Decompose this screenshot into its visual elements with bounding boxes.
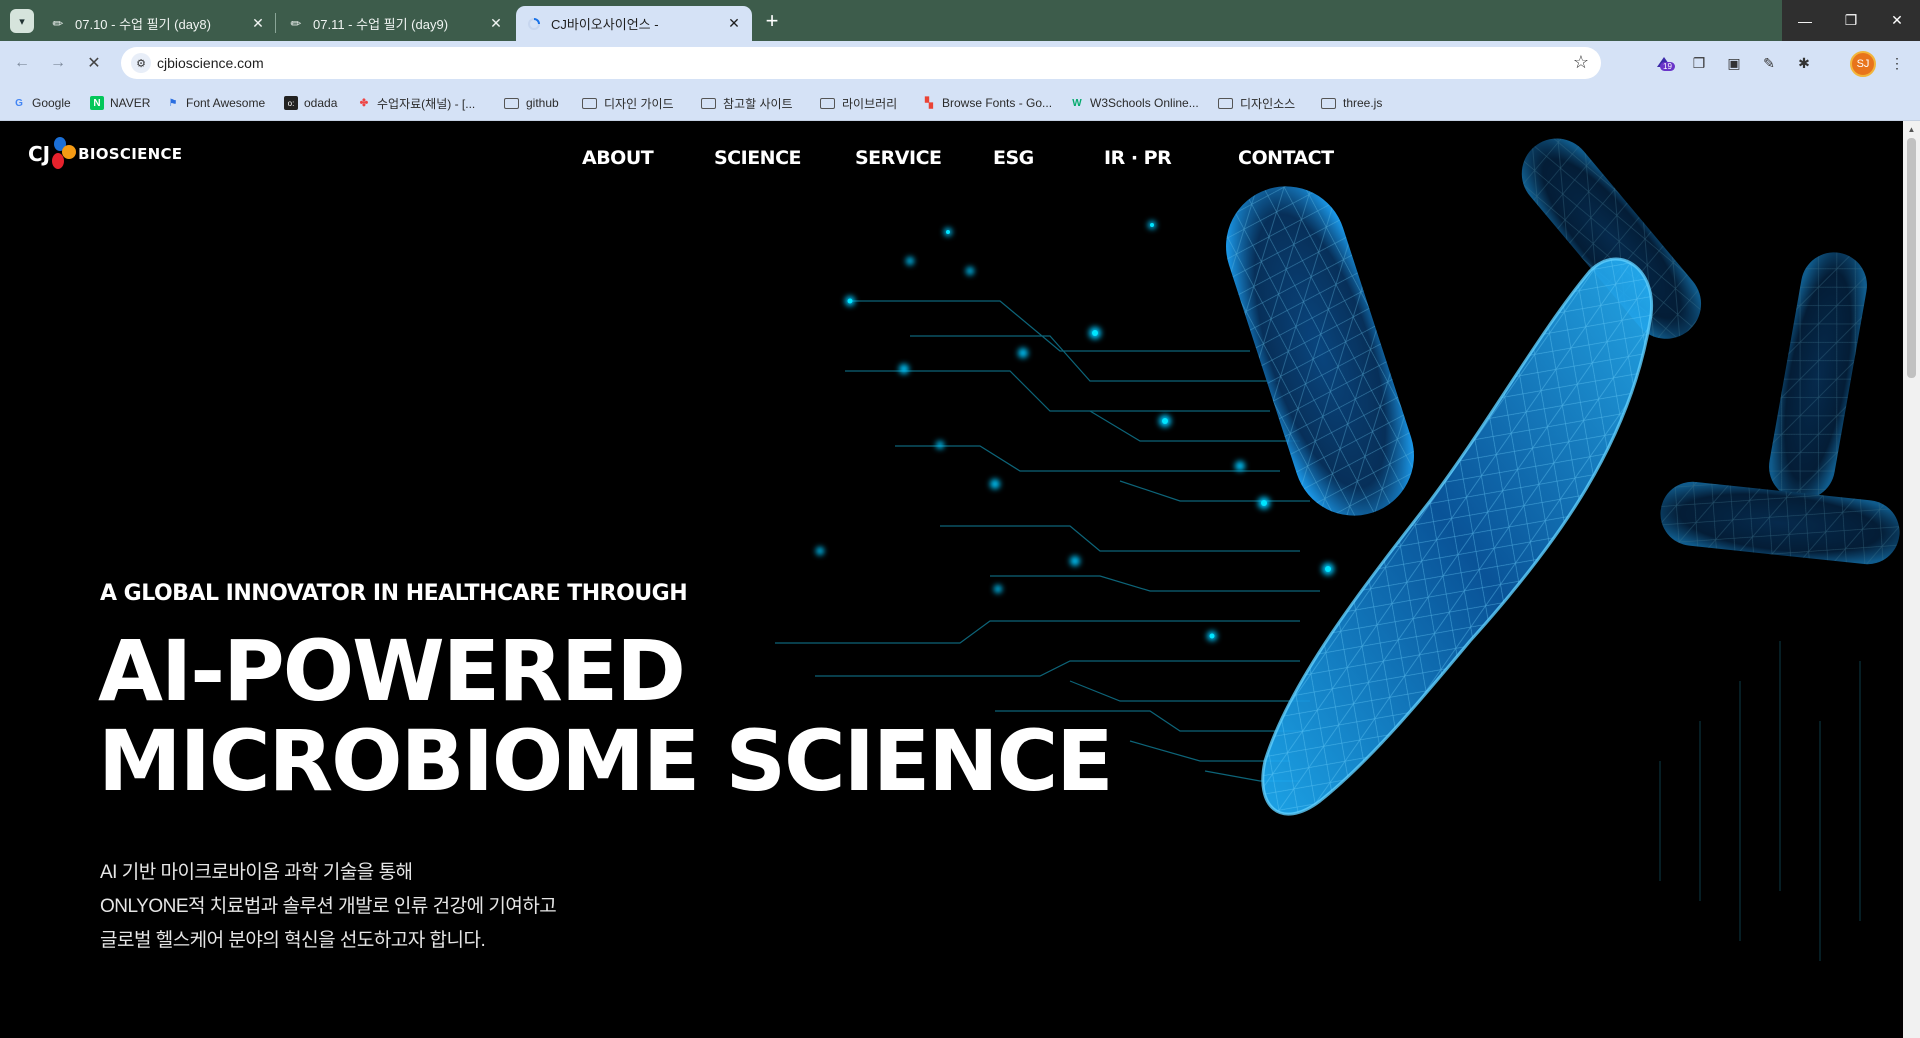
folder-icon [701,97,716,109]
nav-service[interactable]: SERVICE [855,147,942,169]
bookmark-label: Browse Fonts - Go... [942,96,1053,110]
bookmark-google[interactable]: G Google [12,94,71,112]
bookmark-label: 참고할 사이트 [723,96,793,111]
scroll-up-arrow-icon[interactable]: ▲ [1903,121,1920,138]
nav-science[interactable]: SCIENCE [714,147,802,169]
bookmark-star-icon[interactable]: ☆ [1573,52,1589,73]
tab-day8[interactable]: ✏ 07.10 - 수업 필기 (day8) ✕ [40,6,276,41]
loading-spinner-icon [526,16,542,32]
hero-desc-line: 글로벌 헬스케어 분야의 혁신을 선도하고자 합니다. [100,930,486,951]
bookmark-label: 디자인소스 [1240,96,1296,111]
bookmark-font-awesome[interactable]: ⚑ Font Awesome [166,94,266,112]
bookmark-naver[interactable]: N NAVER [90,94,150,112]
close-icon[interactable]: ✕ [726,15,742,32]
hero-title: AI-POWERED MICROBIOME SCIENCE [98,622,1114,810]
tab-title: 07.11 - 수업 필기 (day9) [313,17,449,32]
forward-button[interactable]: → [46,51,70,75]
bookmark-label: NAVER [110,96,151,110]
flag-icon: ⚑ [168,97,178,109]
site-info-icon[interactable]: ⚙ [131,53,151,73]
screen-capture-icon[interactable]: ▣ [1722,51,1746,75]
close-icon[interactable]: ✕ [488,15,504,32]
tab-divider [275,13,276,33]
pencil-icon: ✏ [290,15,302,31]
close-window-button[interactable]: ✕ [1874,0,1920,41]
bookmark-label: Google [32,96,71,110]
page-viewport: CJ BIOSCIENCE ABOUT SCIENCE SERVICE ESG … [0,121,1903,1038]
minimize-button[interactable]: — [1782,0,1828,41]
logo-mark: CJ [28,142,51,166]
page-scrollbar[interactable]: ▲ [1903,121,1920,1038]
bookmark-folder-threejs[interactable]: three.js [1321,94,1382,112]
copy-extension-icon[interactable]: ❐ [1687,51,1711,75]
bookmark-folder-reference-sites[interactable]: 참고할 사이트 [701,94,793,112]
menu-kebab-icon[interactable]: ⋮ [1885,51,1909,75]
bookmark-folder-library[interactable]: 라이브러리 [820,94,897,112]
folder-icon [1218,97,1233,109]
profile-avatar[interactable]: SJ [1850,51,1876,77]
bookmark-label: 수업자료(채널) - [... [377,96,476,111]
url-text: cjbioscience.com [157,55,264,71]
hero-title-line1: AI-POWERED [98,622,686,720]
tab-search-button[interactable]: ▾ [10,9,34,33]
browser-toolbar: ← → ✕ ⚙ cjbioscience.com ☆ ❐ ▣ ✎ ✱ ⋮ [0,41,1920,85]
cj-bioscience-logo[interactable]: CJ BIOSCIENCE [28,135,182,173]
figma-icon: ✤ [359,97,369,109]
bookmark-google-fonts[interactable]: ▚ Browse Fonts - Go... [922,94,1052,112]
folder-icon [1321,97,1336,109]
odada-icon: o: [284,96,298,110]
hero-title-line2: MICROBIOME SCIENCE [98,712,1114,810]
folder-icon [504,97,519,109]
nav-contact[interactable]: CONTACT [1238,147,1334,169]
stop-loading-button[interactable]: ✕ [82,51,106,75]
bookmark-label: github [526,96,559,110]
nav-ir-pr[interactable]: IR · PR [1104,147,1172,169]
tab-cj-bioscience[interactable]: CJ바이오사이언스 - ✕ [516,6,752,41]
close-icon[interactable]: ✕ [250,15,266,32]
google-icon: G [15,97,23,109]
bookmark-folder-design-guide[interactable]: 디자인 가이드 [582,94,674,112]
bookmark-label: W3Schools Online... [1090,96,1199,110]
bookmark-label: odada [304,96,338,110]
bookmark-w3schools[interactable]: W W3Schools Online... [1070,94,1199,112]
bookmark-label: three.js [1343,96,1383,110]
puzzle-extensions-icon[interactable]: ✱ [1792,51,1816,75]
back-button[interactable]: ← [10,51,34,75]
tab-strip: ▾ ✏ 07.10 - 수업 필기 (day8) ✕ ✏ 07.11 - 수업 … [0,0,1920,41]
scroll-thumb[interactable] [1907,138,1916,378]
google-fonts-icon: ▚ [925,97,933,109]
bookmark-label: 라이브러리 [842,96,898,111]
hero-subtitle: A GLOBAL INNOVATOR IN HEALTHCARE THROUGH [100,581,688,606]
folder-icon [582,97,597,109]
logo-name: BIOSCIENCE [78,145,183,163]
address-bar[interactable]: ⚙ cjbioscience.com ☆ [121,47,1601,79]
extension-badge: 19 [1660,62,1675,71]
chevron-down-icon: ▾ [19,15,25,28]
hero-desc-line: AI 기반 마이크로바이옴 과학 기술을 통해 [100,862,413,883]
bookmark-folder-github[interactable]: github [504,94,559,112]
naver-icon: N [90,96,104,110]
tab-title: CJ바이오사이언스 - [551,17,659,32]
tab-title: 07.10 - 수업 필기 (day8) [75,17,211,32]
nav-esg[interactable]: ESG [993,147,1034,169]
restore-button[interactable]: ❐ [1828,0,1874,41]
tab-day9[interactable]: ✏ 07.11 - 수업 필기 (day9) ✕ [278,6,514,41]
hero-description: AI 기반 마이크로바이옴 과학 기술을 통해 ONLYONE적 치료법과 솔루… [100,856,557,958]
w3schools-icon: W [1072,97,1082,109]
bookmark-folder-design-sources[interactable]: 디자인소스 [1218,94,1295,112]
pencil-icon: ✏ [52,15,64,31]
bookmark-odada[interactable]: o: odada [284,94,337,112]
cj-petal-icon [52,135,77,173]
bookmark-class-materials[interactable]: ✤ 수업자료(채널) - [... [357,94,475,112]
bookmark-label: 디자인 가이드 [604,96,674,111]
folder-icon [820,97,835,109]
bookmarks-bar: G Google N NAVER ⚑ Font Awesome o: odada… [0,85,1920,121]
bookmark-label: Font Awesome [186,96,266,110]
hero-desc-line: ONLYONE적 치료법과 솔루션 개발로 인류 건강에 기여하고 [100,896,557,917]
nav-about[interactable]: ABOUT [582,147,654,169]
new-tab-button[interactable]: + [758,7,786,35]
color-picker-icon[interactable]: ✎ [1757,51,1781,75]
